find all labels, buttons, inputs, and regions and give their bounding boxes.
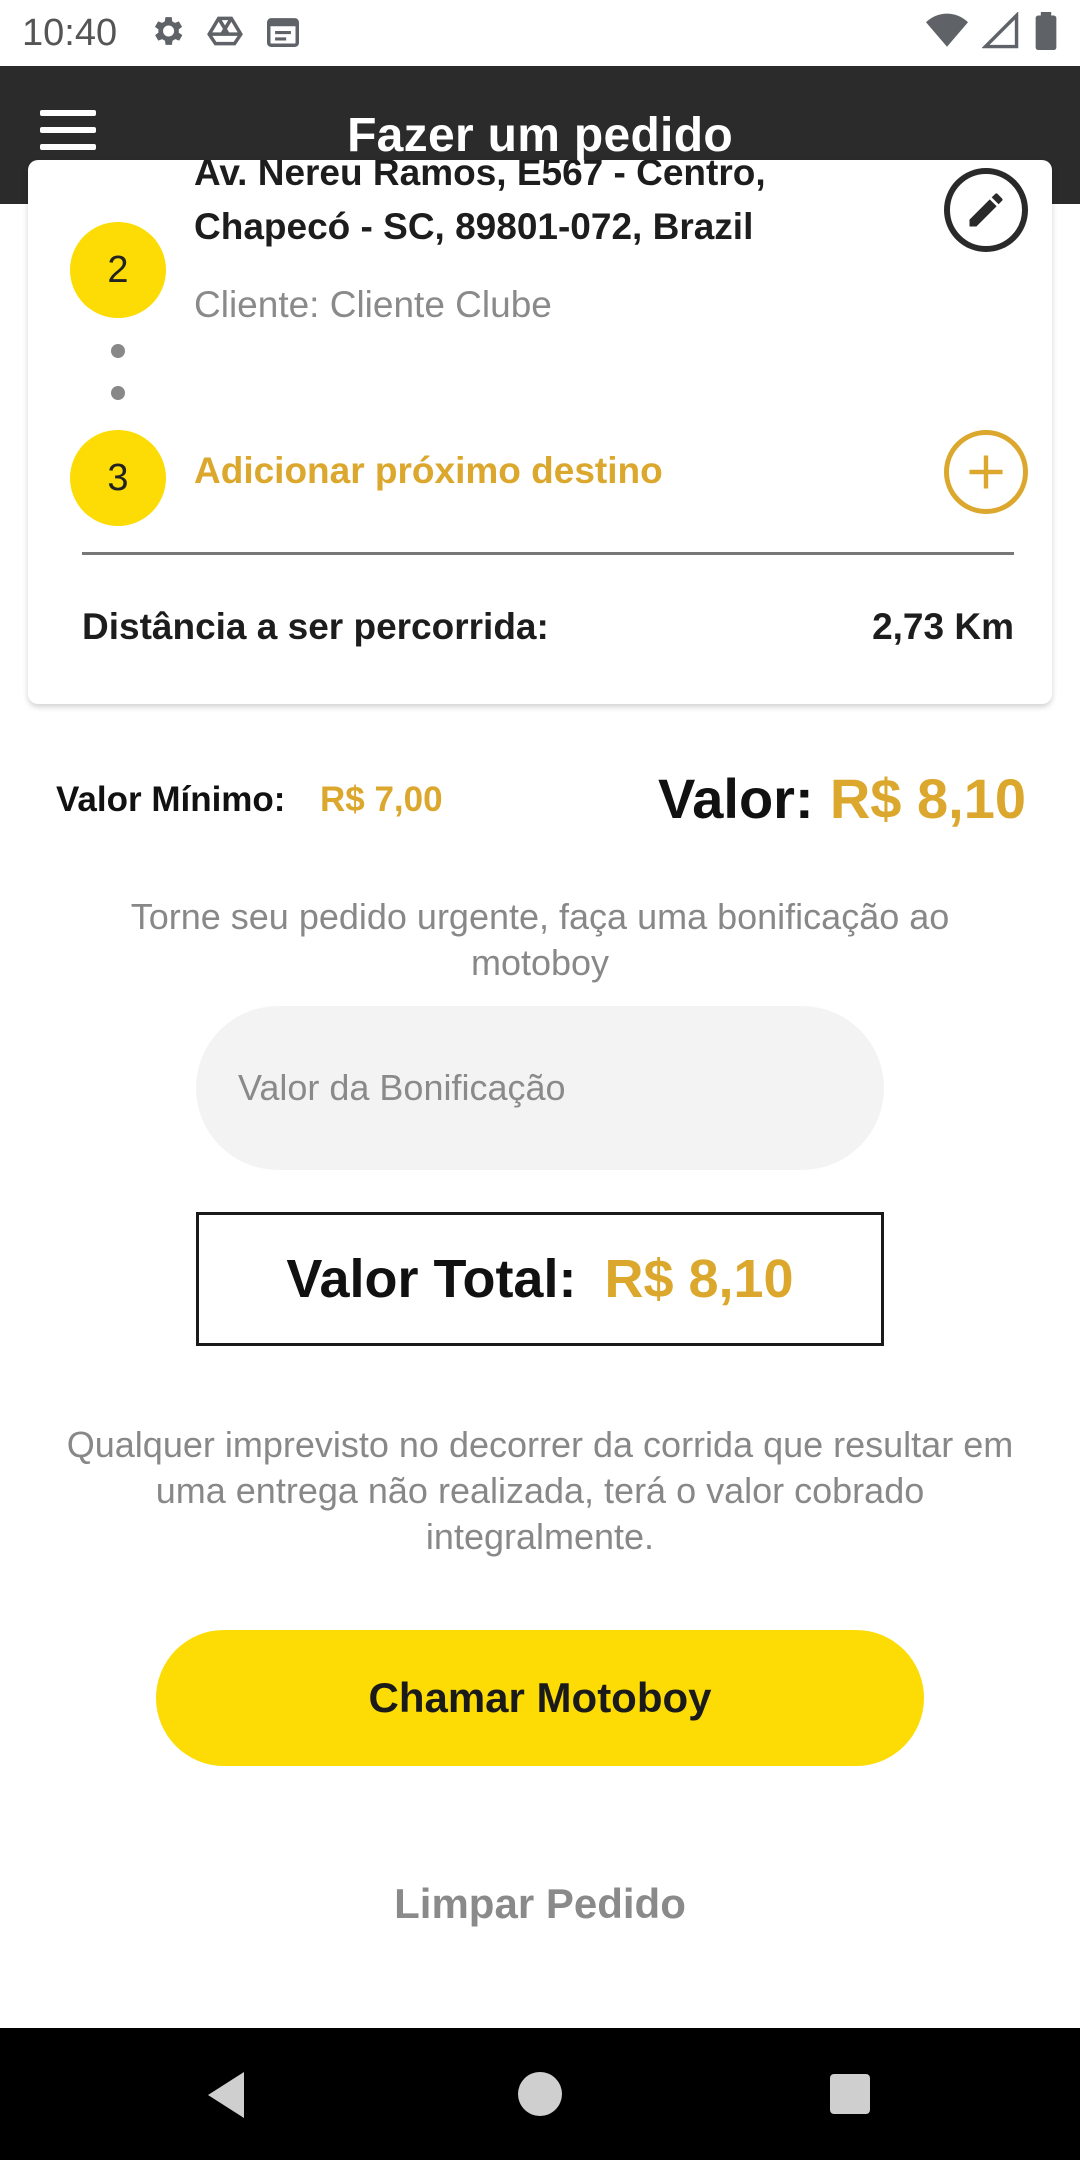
- cell-signal-icon: [982, 12, 1019, 49]
- drive-icon: [207, 16, 243, 46]
- total-value-amount: R$ 8,10: [604, 1249, 794, 1309]
- distance-value: 2,73 Km: [872, 606, 1014, 647]
- wifi-icon: [926, 13, 968, 47]
- add-destination-button[interactable]: [944, 430, 1028, 514]
- min-value-label: Valor Mínimo:: [56, 780, 286, 819]
- settings-icon: [154, 17, 183, 45]
- add-next-destination-link[interactable]: Adicionar próximo destino: [194, 450, 663, 492]
- stop-2-address-line2: Chapecó - SC, 89801-072, Brazil: [194, 206, 754, 247]
- status-icons-right: [926, 12, 1058, 50]
- back-icon[interactable]: [204, 2070, 248, 2120]
- screen: 10:40 Fazer um pedido 2 Av. Nereu Ramos,…: [0, 0, 1080, 2160]
- plus-icon: [969, 455, 1003, 489]
- edit-stop-button[interactable]: [944, 168, 1028, 252]
- status-icons-left: [148, 12, 302, 50]
- route-connector-dot: [111, 344, 125, 358]
- distance-label: Distância a ser percorrida:: [82, 606, 549, 647]
- pencil-icon: [969, 193, 1003, 227]
- disclaimer-text: Qualquer imprevisto no decorrer da corri…: [66, 1424, 1014, 1557]
- status-time: 10:40: [22, 12, 118, 54]
- battery-icon: [1035, 12, 1057, 50]
- status-bar: 10:40: [0, 0, 1080, 66]
- stop-2-address-line1: Av. Nereu Ramos, E567 - Centro,: [194, 160, 766, 193]
- bonus-value-input[interactable]: [196, 1006, 884, 1170]
- min-value-amount: R$ 7,00: [320, 780, 443, 819]
- calendar-icon: [267, 18, 299, 47]
- route-card: 2 Av. Nereu Ramos, E567 - Centro, Chapec…: [28, 160, 1052, 704]
- recents-icon[interactable]: [830, 2074, 870, 2114]
- stop-number-2: 2: [70, 222, 166, 318]
- value-label: Valor:: [658, 767, 814, 830]
- system-nav-bar: [0, 2028, 1080, 2160]
- call-motoboy-button[interactable]: Chamar Motoboy: [156, 1630, 924, 1766]
- page-title: Fazer um pedido: [347, 109, 733, 162]
- urgent-hint: Torne seu pedido urgente, faça uma bonif…: [130, 896, 950, 983]
- stop-2-client: Cliente: Cliente Clube: [194, 284, 552, 325]
- total-value-label: Valor Total:: [286, 1249, 577, 1309]
- stop-number-3: 3: [70, 430, 166, 526]
- home-icon[interactable]: [518, 2072, 562, 2116]
- total-value-box: Valor Total: R$ 8,10: [196, 1212, 884, 1346]
- clear-order-button[interactable]: Limpar Pedido: [0, 1880, 1080, 1928]
- route-connector-dot: [111, 386, 125, 400]
- card-divider: [82, 552, 1014, 555]
- value-amount: R$ 8,10: [829, 767, 1026, 830]
